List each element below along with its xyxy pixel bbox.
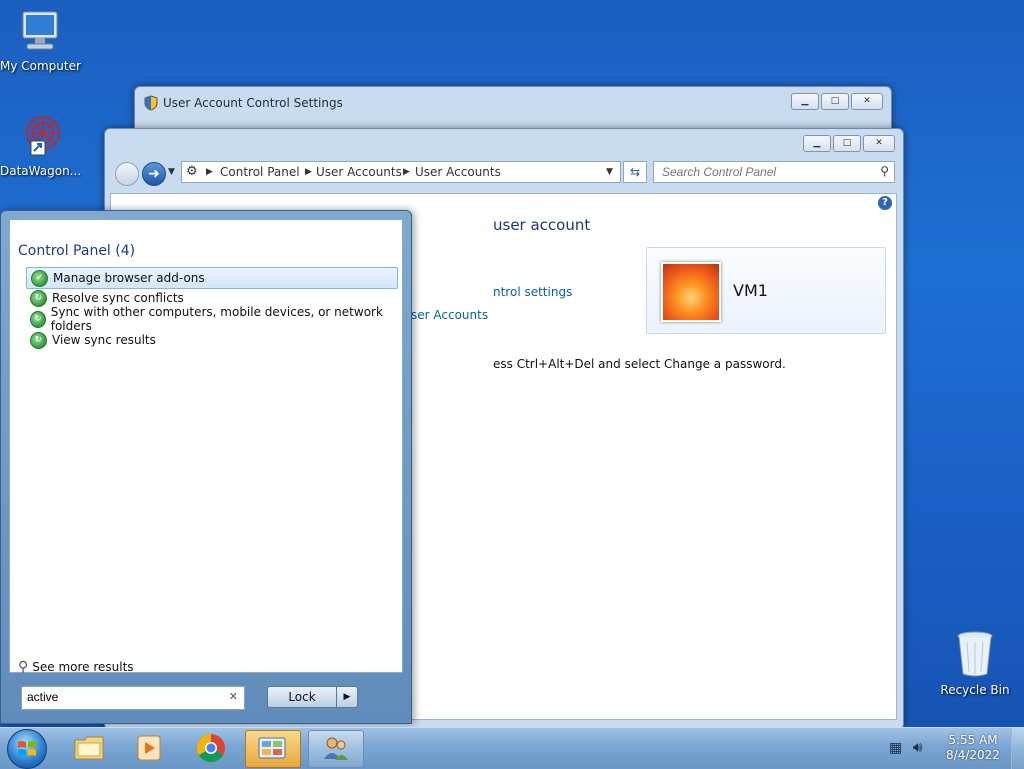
recycle-bin-icon xyxy=(957,631,993,677)
close-button[interactable]: ✕ xyxy=(851,93,883,110)
start-menu-results-pane: Control Panel (4) ✓ Manage browser add-o… xyxy=(9,219,403,675)
taskbar: ▦ 🔊︎ 5:55 AM 8/4/2022 xyxy=(0,727,1024,769)
sync-center-icon: ↻ xyxy=(30,289,47,307)
help-button[interactable]: ? xyxy=(878,196,892,210)
start-search-input[interactable] xyxy=(22,687,217,707)
search-box[interactable]: ⚲ xyxy=(653,161,895,183)
desktop-icon-label: My Computer xyxy=(0,59,81,73)
taskbar-media-player[interactable] xyxy=(122,730,176,766)
recent-pages-dropdown[interactable]: ▼ xyxy=(168,167,175,177)
desktop-icon-label: Recycle Bin xyxy=(940,683,1010,697)
clock-time: 5:55 AM xyxy=(948,733,998,747)
minimize-button[interactable]: ▁ xyxy=(803,135,831,152)
desktop-icon-label: DataWagon... xyxy=(0,164,82,178)
browser-addons-icon: ✓ xyxy=(31,269,48,287)
search-result-item[interactable]: ✓ Manage browser add-ons xyxy=(26,267,398,289)
search-result-label: View sync results xyxy=(52,333,156,347)
taskbar-explorer[interactable] xyxy=(62,730,116,766)
refresh-icon: ⇆ xyxy=(629,165,641,179)
search-result-label: Manage browser add-ons xyxy=(53,271,205,285)
arrow-right-icon: ▶ xyxy=(343,692,351,702)
results-group-heading[interactable]: Control Panel (4) xyxy=(18,243,135,259)
taskbar-control-panel[interactable] xyxy=(245,730,301,768)
datawagon-icon xyxy=(26,116,60,156)
lock-button-label: Lock xyxy=(288,690,316,704)
media-player-icon xyxy=(137,735,161,761)
sync-center-icon: ↻ xyxy=(30,310,46,328)
desktop-icon-my-computer[interactable]: My Computer xyxy=(0,10,81,73)
power-options-button[interactable]: ▶ xyxy=(336,686,358,708)
start-button[interactable] xyxy=(7,729,47,769)
desktop-icon-datawagon[interactable]: DataWagon... xyxy=(0,113,82,178)
account-name: VM1 xyxy=(733,281,768,300)
address-dropdown-icon[interactable]: ▼ xyxy=(606,167,613,177)
page-heading: user account xyxy=(493,216,591,234)
minimize-button[interactable]: ▁ xyxy=(791,93,819,110)
show-desktop-button[interactable] xyxy=(1011,728,1024,769)
maximize-button[interactable]: □ xyxy=(821,93,849,110)
search-result-item[interactable]: ↻ View sync results xyxy=(26,330,396,350)
users-icon xyxy=(324,737,348,760)
volume-icon[interactable]: 🔊︎ xyxy=(913,738,922,756)
close-button[interactable]: ✕ xyxy=(863,135,895,152)
clock-date: 8/4/2022 xyxy=(946,748,1000,762)
see-more-results-link[interactable]: ⚲ See more results xyxy=(18,659,134,675)
breadcrumb-user-accounts[interactable]: User Accounts xyxy=(316,165,402,179)
account-tile[interactable]: VM1 xyxy=(646,247,886,334)
password-hint-text: ess Ctrl+Alt+Del and select Change a pas… xyxy=(493,357,786,371)
desktop-icon-recycle-bin[interactable]: Recycle Bin xyxy=(935,630,1015,697)
user-avatar xyxy=(661,262,721,322)
forward-button[interactable]: ➜ xyxy=(142,162,166,186)
search-input[interactable] xyxy=(660,162,874,182)
window-title: User Account Control Settings xyxy=(163,96,343,110)
chrome-icon xyxy=(197,734,225,762)
lock-button[interactable]: Lock xyxy=(267,686,337,708)
computer-icon xyxy=(22,11,58,50)
search-result-item[interactable]: ↻ Sync with other computers, mobile devi… xyxy=(26,305,396,333)
sync-center-icon: ↻ xyxy=(30,331,47,349)
start-search-box[interactable]: ✕ xyxy=(21,686,245,710)
windows-logo-icon xyxy=(18,741,36,756)
address-bar[interactable]: ⚙ ▶ Control Panel ▶ User Accounts ▶ User… xyxy=(181,161,621,183)
see-more-results-label: See more results xyxy=(32,660,134,674)
breadcrumb-arrow-icon: ▶ xyxy=(305,167,312,177)
breadcrumb-arrow-icon: ▶ xyxy=(403,167,410,177)
search-result-label: Sync with other computers, mobile device… xyxy=(50,305,383,333)
arrow-right-icon: ➜ xyxy=(148,166,160,182)
taskbar-user-accounts[interactable] xyxy=(308,730,364,768)
maximize-button[interactable]: □ xyxy=(833,135,861,152)
back-button[interactable] xyxy=(115,162,139,186)
breadcrumb-user-accounts-current[interactable]: User Accounts xyxy=(415,165,501,179)
start-menu: Control Panel (4) ✓ Manage browser add-o… xyxy=(0,210,412,724)
network-icon[interactable]: ▦ xyxy=(889,740,902,756)
search-icon: ⚲ xyxy=(880,164,889,178)
manage-user-accounts-link[interactable]: ser Accounts xyxy=(411,308,488,322)
refresh-button[interactable]: ⇆ xyxy=(623,161,647,183)
taskbar-chrome[interactable] xyxy=(184,730,238,766)
breadcrumb-arrow-icon: ▶ xyxy=(206,167,213,177)
clock[interactable]: 5:55 AM 8/4/2022 xyxy=(940,733,1006,763)
search-result-label: Resolve sync conflicts xyxy=(52,291,184,305)
shield-icon xyxy=(144,95,158,111)
control-panel-icon xyxy=(258,737,286,759)
folder-icon xyxy=(74,736,104,760)
control-panel-icon: ⚙ xyxy=(186,164,198,179)
clear-search-icon[interactable]: ✕ xyxy=(229,690,238,703)
change-uac-settings-link[interactable]: ntrol settings xyxy=(493,285,572,299)
breadcrumb-control-panel[interactable]: Control Panel xyxy=(220,165,300,179)
magnifier-icon: ⚲ xyxy=(18,659,29,675)
